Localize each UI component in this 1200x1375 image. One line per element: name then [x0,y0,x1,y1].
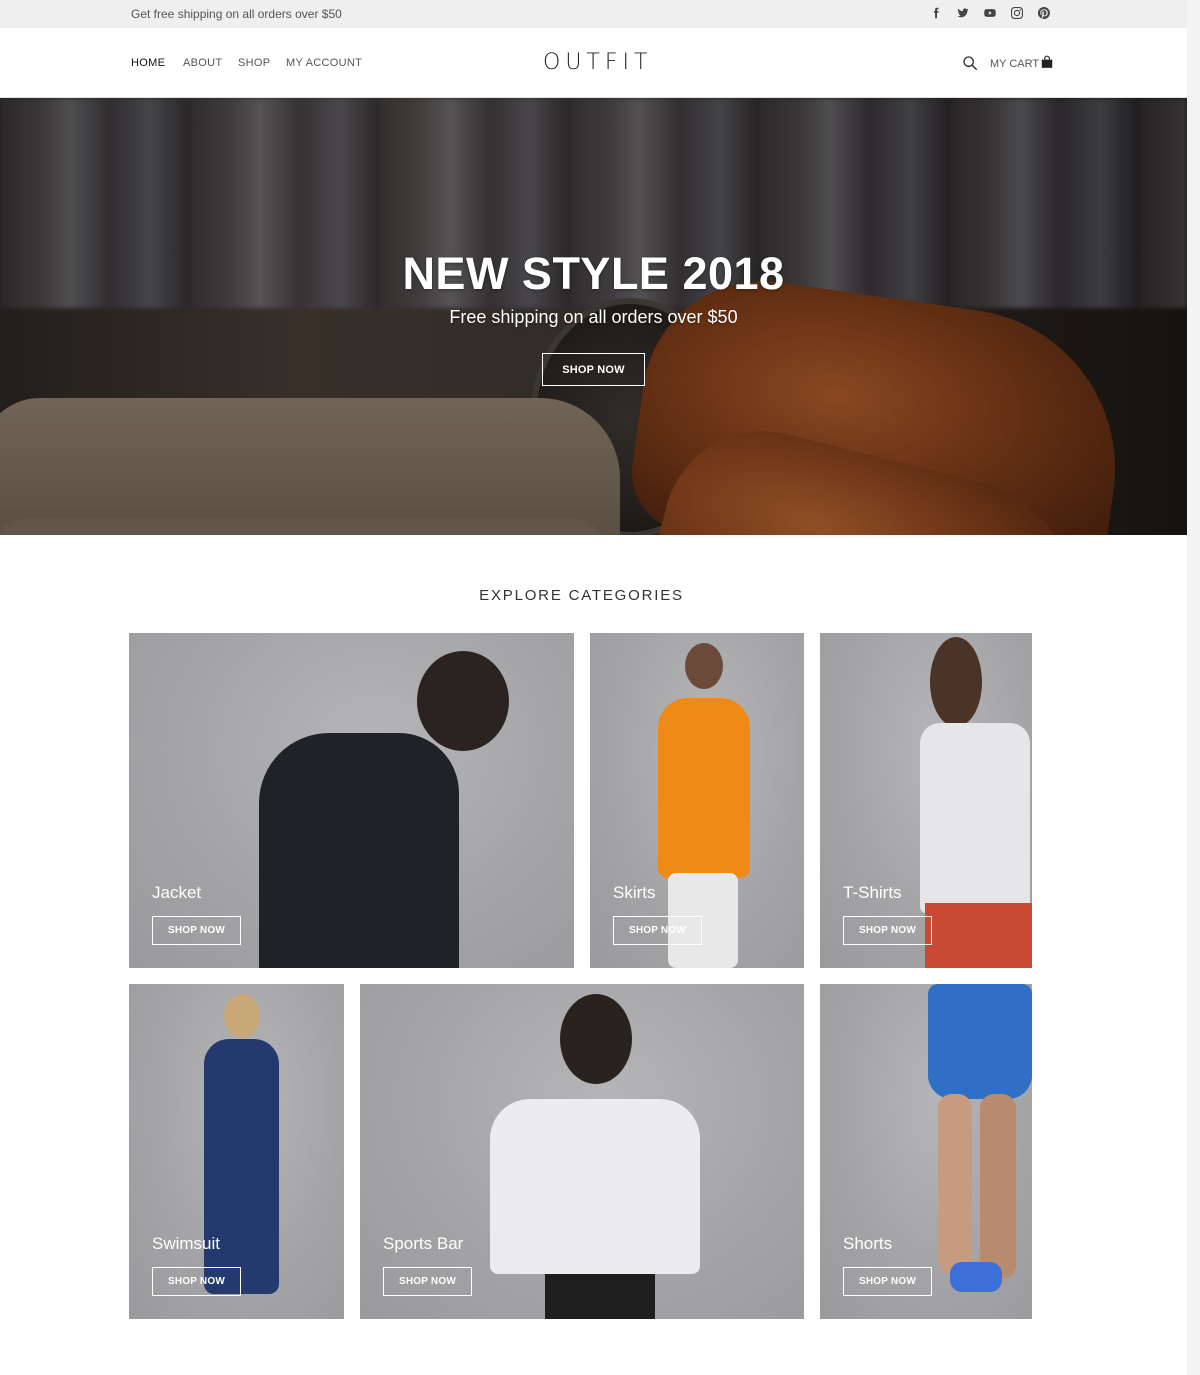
nav-about[interactable]: ABOUT [183,57,222,69]
category-tile-jacket[interactable]: Jacket SHOP NOW [129,633,574,968]
nav-my-account[interactable]: MY ACCOUNT [286,57,362,69]
skirts-model-head [685,643,723,689]
nav-home[interactable]: HOME [131,57,165,69]
hero-title: NEW STYLE 2018 [402,248,785,299]
top-bar: Get free shipping on all orders over $50 [0,0,1187,28]
shopping-bag-icon[interactable] [1040,55,1054,69]
tshirts-model-tank [920,723,1030,913]
shorts-model-shoe [950,1262,1002,1292]
page-scrollbar[interactable] [1187,0,1200,1375]
section-title: EXPLORE CATEGORIES [479,587,684,604]
tshirts-model-leggings [925,903,1032,968]
shop-now-button[interactable]: SHOP NOW [843,1267,932,1296]
category-tile-swimsuit[interactable]: Swimsuit SHOP NOW [129,984,344,1319]
category-label: Sports Bar [383,1234,464,1253]
cart-link[interactable]: MY CART [990,58,1039,70]
nav-shop[interactable]: SHOP [238,57,270,69]
facebook-icon[interactable] [929,6,943,20]
sportsbar-model-head [560,994,632,1084]
hero-banner: NEW STYLE 2018 Free shipping on all orde… [0,98,1187,535]
sportsbar-model-tshirt [490,1099,700,1274]
shop-now-button[interactable]: SHOP NOW [152,916,241,945]
category-label: T-Shirts [843,883,902,902]
category-tile-shorts[interactable]: Shorts SHOP NOW [820,984,1032,1319]
category-label: Jacket [152,883,202,902]
category-label: Skirts [613,883,656,902]
jacket-model-body [259,733,459,968]
hero-shop-now-button[interactable]: SHOP NOW [542,353,645,386]
tshirts-model-hair [930,637,982,727]
pinterest-icon[interactable] [1037,6,1051,20]
shipping-notice: Get free shipping on all orders over $50 [131,7,342,21]
shop-now-button[interactable]: SHOP NOW [152,1267,241,1296]
category-tile-skirts[interactable]: Skirts SHOP NOW [590,633,804,968]
twitter-icon[interactable] [956,6,970,20]
instagram-icon[interactable] [1010,6,1024,20]
swimsuit-model-head [224,994,260,1038]
youtube-icon[interactable] [983,6,997,20]
shorts-model-leg-right [980,1094,1016,1279]
category-tile-sports-bar[interactable]: Sports Bar SHOP NOW [360,984,804,1319]
shorts-model-leg-left [938,1094,972,1274]
category-tile-t-shirts[interactable]: T-Shirts SHOP NOW [820,633,1032,968]
jacket-model-hair [417,651,509,751]
hero-subtitle: Free shipping on all orders over $50 [449,307,738,327]
skirts-model-dress [658,698,750,878]
shorts-model-shorts [928,984,1032,1099]
sportsbar-model-waistband [545,1274,655,1319]
category-label: Swimsuit [152,1234,221,1253]
shop-now-button[interactable]: SHOP NOW [843,916,932,945]
shop-now-button[interactable]: SHOP NOW [613,916,702,945]
site-header: HOME ABOUT SHOP MY ACCOUNT OUTFIT MY CAR… [0,28,1187,98]
shop-now-button[interactable]: SHOP NOW [383,1267,472,1296]
search-icon[interactable] [962,55,978,71]
swimsuit-model-wetsuit [204,1039,279,1294]
site-logo[interactable]: OUTFIT [543,50,652,75]
category-label: Shorts [843,1234,893,1253]
